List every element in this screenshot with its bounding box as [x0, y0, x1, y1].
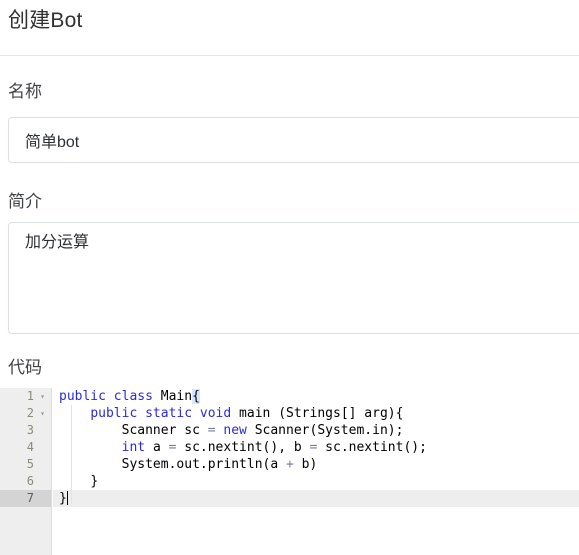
code-gutter[interactable]: 1 ▾ 2 ▾ 3 4 5 6 7: [0, 388, 52, 555]
code-line[interactable]: }: [53, 473, 579, 490]
gutter-line-number[interactable]: 1 ▾: [0, 388, 51, 405]
code-line[interactable]: System.out.println(a + b): [53, 456, 579, 473]
intro-textarea[interactable]: [8, 222, 579, 334]
gutter-line-number[interactable]: 6: [0, 473, 51, 490]
gutter-line-number[interactable]: 2 ▾: [0, 405, 51, 422]
gutter-line-number[interactable]: 4: [0, 439, 51, 456]
text-caret: [66, 491, 68, 505]
code-field-label: 代码: [8, 358, 42, 377]
name-input[interactable]: [8, 117, 579, 163]
gutter-line-number[interactable]: 5: [0, 456, 51, 473]
intro-field-label: 简介: [8, 192, 42, 211]
create-bot-page: 创建Bot 名称 简介 代码 1▾2▾34567 public class Ma…: [0, 0, 579, 555]
code-line[interactable]: }: [53, 490, 579, 507]
header-divider: [0, 55, 579, 56]
name-field-label: 名称: [8, 82, 42, 101]
page-title: 创建Bot: [8, 9, 83, 32]
code-line[interactable]: public class Main{: [53, 388, 579, 405]
gutter-line-number[interactable]: 7: [0, 490, 51, 507]
gutter-line-number[interactable]: 3: [0, 422, 51, 439]
code-content-area[interactable]: public class Main{ public static void ma…: [53, 388, 579, 555]
code-line[interactable]: Scanner sc = new Scanner(System.in);: [53, 422, 579, 439]
fold-arrow-icon[interactable]: ▾: [37, 388, 48, 405]
code-line[interactable]: int a = sc.nextint(), b = sc.nextint();: [53, 439, 579, 456]
code-line[interactable]: public static void main (Strings[] arg){: [53, 405, 579, 422]
code-editor[interactable]: 1 ▾ 2 ▾ 3 4 5 6 7 public class Main{ public stat…: [0, 388, 579, 555]
fold-arrow-icon[interactable]: ▾: [37, 405, 48, 422]
